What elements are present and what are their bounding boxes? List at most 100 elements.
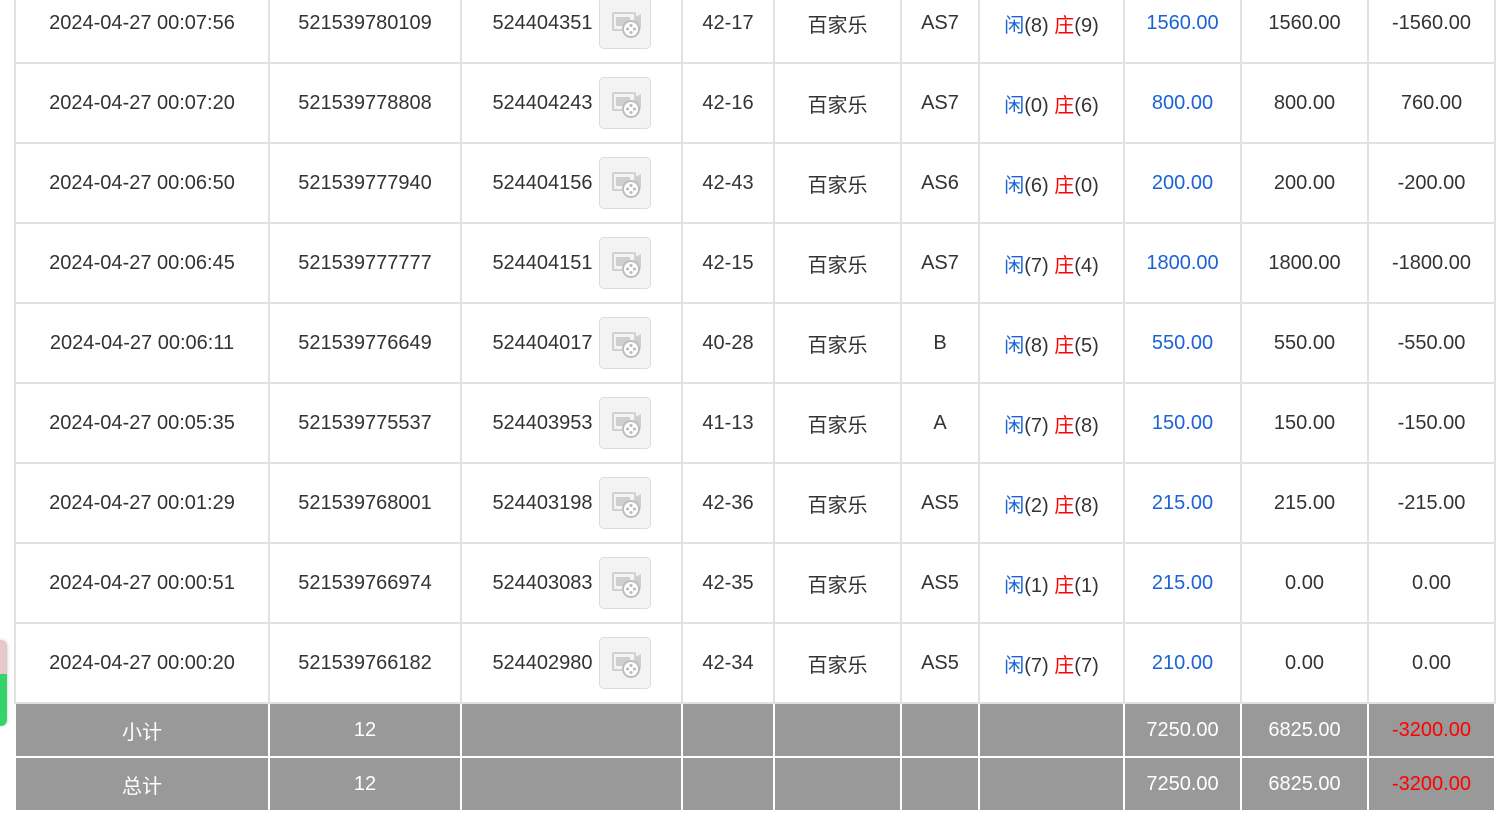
order-number: 521539780109	[268, 0, 462, 64]
round-cell: 524403198	[460, 462, 683, 544]
bet-amount: 210.00	[1123, 622, 1242, 704]
table-row: 2024-04-27 00:06:11 521539776649 5244040…	[14, 302, 1496, 384]
banker-score: (1)	[1074, 574, 1099, 597]
summary-bet: 7250.00	[1123, 756, 1242, 812]
bet-amount: 150.00	[1123, 382, 1242, 464]
player-label: 闲	[1004, 574, 1025, 597]
round-number: 524403953	[492, 411, 593, 434]
table-number: 42-15	[681, 222, 775, 304]
win-loss-amount: -1560.00	[1367, 0, 1496, 64]
player-label: 闲	[1004, 334, 1025, 357]
order-number: 521539775537	[268, 382, 462, 464]
bet-time: 2024-04-27 00:07:56	[14, 0, 270, 64]
table-row: 2024-04-27 00:00:20 521539766182 5244029…	[14, 622, 1496, 704]
round-cell: 524404017	[460, 302, 683, 384]
game-result: 闲(8) 庄(5)	[978, 302, 1125, 384]
banker-score: (6)	[1074, 94, 1099, 117]
round-cell: 524404243	[460, 62, 683, 144]
game-type: 百家乐	[773, 142, 902, 224]
video-replay-icon[interactable]	[598, 0, 651, 49]
player-label: 闲	[1004, 414, 1025, 437]
game-result: 闲(1) 庄(1)	[978, 542, 1125, 624]
banker-score: (4)	[1074, 254, 1099, 277]
win-loss-amount: -550.00	[1367, 302, 1496, 384]
bet-amount: 200.00	[1123, 142, 1242, 224]
table-row: 2024-04-27 00:06:50 521539777940 5244041…	[14, 142, 1496, 224]
win-loss-amount: -150.00	[1367, 382, 1496, 464]
bet-time: 2024-04-27 00:00:51	[14, 542, 270, 624]
summary-row: 小计 12 7250.00 6825.00 -3200.00	[14, 702, 1496, 758]
banker-score: (0)	[1074, 174, 1099, 197]
summary-valid-bet: 6825.00	[1240, 702, 1369, 758]
win-loss-amount: -215.00	[1367, 462, 1496, 544]
banker-score: (7)	[1074, 654, 1099, 677]
round-number: 524404243	[492, 91, 593, 114]
table-number: 42-16	[681, 62, 775, 144]
round-cell: 524404151	[460, 222, 683, 304]
banker-label: 庄	[1054, 654, 1075, 677]
bet-time: 2024-04-27 00:01:29	[14, 462, 270, 544]
player-label: 闲	[1004, 14, 1025, 37]
game-type: 百家乐	[773, 382, 902, 464]
video-replay-icon[interactable]	[598, 397, 651, 449]
round-cell: 524404156	[460, 142, 683, 224]
game-type: 百家乐	[773, 542, 902, 624]
game-result: 闲(6) 庄(0)	[978, 142, 1125, 224]
win-loss-amount: -200.00	[1367, 142, 1496, 224]
game-type: 百家乐	[773, 622, 902, 704]
order-number: 521539766182	[268, 622, 462, 704]
table-name: AS6	[900, 142, 980, 224]
table-name: AS5	[900, 542, 980, 624]
player-score: (7)	[1024, 254, 1049, 277]
win-loss-amount: 0.00	[1367, 542, 1496, 624]
player-score: (7)	[1024, 654, 1049, 677]
table-number: 41-13	[681, 382, 775, 464]
game-type: 百家乐	[773, 462, 902, 544]
bet-amount: 550.00	[1123, 302, 1242, 384]
player-label: 闲	[1004, 254, 1025, 277]
video-replay-icon[interactable]	[598, 237, 651, 289]
banker-label: 庄	[1054, 494, 1075, 517]
video-replay-icon[interactable]	[598, 477, 651, 529]
player-score: (0)	[1024, 94, 1049, 117]
banker-label: 庄	[1054, 414, 1075, 437]
video-replay-icon[interactable]	[598, 557, 651, 609]
table-number: 40-28	[681, 302, 775, 384]
table-row: 2024-04-27 00:07:20 521539778808 5244042…	[14, 62, 1496, 144]
table-name: B	[900, 302, 980, 384]
video-replay-icon[interactable]	[598, 317, 651, 369]
table-row: 2024-04-27 00:00:51 521539766974 5244030…	[14, 542, 1496, 624]
video-replay-icon[interactable]	[598, 637, 651, 689]
game-type: 百家乐	[773, 302, 902, 384]
player-label: 闲	[1004, 174, 1025, 197]
round-number: 524404017	[492, 331, 593, 354]
player-score: (8)	[1024, 334, 1049, 357]
game-result: 闲(7) 庄(8)	[978, 382, 1125, 464]
table-name: AS7	[900, 0, 980, 64]
summary-count: 12	[268, 756, 462, 812]
video-replay-icon[interactable]	[598, 77, 651, 129]
table-name: AS5	[900, 462, 980, 544]
side-float-tab[interactable]	[0, 640, 7, 726]
table-name: AS7	[900, 222, 980, 304]
bet-time: 2024-04-27 00:05:35	[14, 382, 270, 464]
table-name: A	[900, 382, 980, 464]
player-label: 闲	[1004, 494, 1025, 517]
round-number: 524404351	[492, 11, 593, 34]
table-row: 2024-04-27 00:05:35 521539775537 5244039…	[14, 382, 1496, 464]
banker-label: 庄	[1054, 94, 1075, 117]
order-number: 521539777940	[268, 142, 462, 224]
round-cell: 524403953	[460, 382, 683, 464]
table-number: 42-17	[681, 0, 775, 64]
bet-records-page: 2024-04-27 00:07:56 521539780109 5244043…	[0, 0, 1496, 815]
bet-amount: 1800.00	[1123, 222, 1242, 304]
valid-bet-amount: 1560.00	[1240, 0, 1369, 64]
table-row: 2024-04-27 00:06:45 521539777777 5244041…	[14, 222, 1496, 304]
valid-bet-amount: 200.00	[1240, 142, 1369, 224]
video-replay-icon[interactable]	[598, 157, 651, 209]
table-number: 42-36	[681, 462, 775, 544]
table-row: 2024-04-27 00:07:56 521539780109 5244043…	[14, 0, 1496, 64]
round-number: 524404151	[492, 251, 593, 274]
win-loss-amount: 0.00	[1367, 622, 1496, 704]
banker-label: 庄	[1054, 174, 1075, 197]
